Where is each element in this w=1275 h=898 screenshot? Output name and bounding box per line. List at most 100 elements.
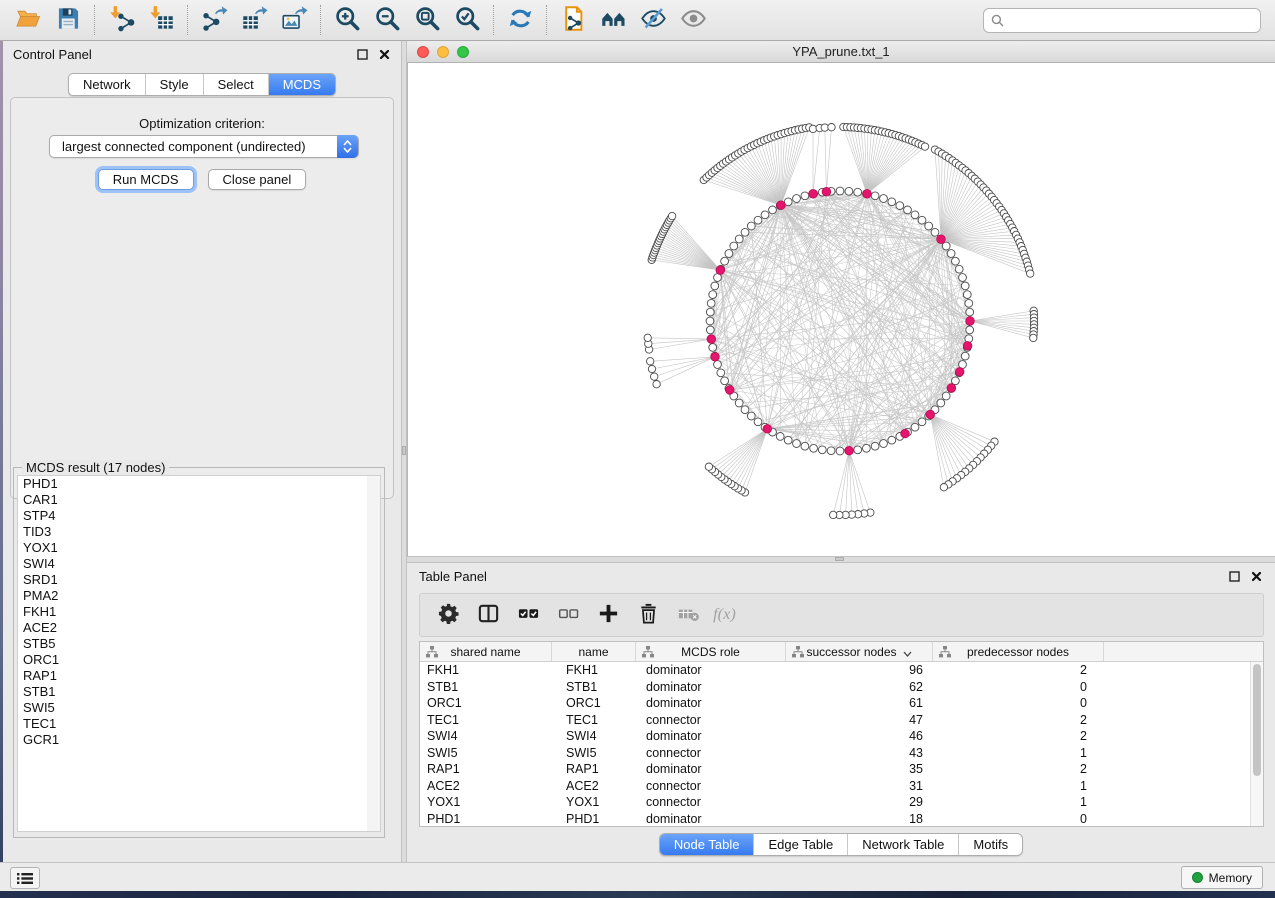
mcds-result-node[interactable]: STP4 (18, 508, 369, 524)
cell-shared_name[interactable]: SWI4 (420, 728, 552, 745)
import-network-button[interactable] (101, 3, 141, 37)
cell-name[interactable]: RAP1 (552, 761, 636, 778)
cell-predecessor_nodes[interactable]: 1 (933, 778, 1104, 795)
mcds-result-list[interactable]: PHD1CAR1STP4TID3YOX1SWI4SRD1PMA2FKH1ACE2… (17, 475, 369, 832)
cell-successor_nodes[interactable]: 46 (786, 728, 933, 745)
column-header-predecessor-nodes[interactable]: predecessor nodes (933, 642, 1104, 661)
network-window-titlebar[interactable]: YPA_prune.txt_1 (407, 41, 1275, 63)
cell-mcds_role[interactable]: dominator (636, 679, 786, 696)
mcds-result-node[interactable]: PHD1 (18, 476, 369, 492)
refresh-layout-button[interactable] (500, 3, 540, 37)
cell-name[interactable]: TEC1 (552, 712, 636, 729)
run-mcds-button[interactable]: Run MCDS (98, 169, 194, 190)
tab-network[interactable]: Network (69, 74, 145, 95)
column-header-MCDS-role[interactable]: MCDS role (636, 642, 786, 661)
cell-shared_name[interactable]: STB1 (420, 679, 552, 696)
splitter-handle[interactable] (835, 557, 844, 561)
tab-mcds[interactable]: MCDS (268, 74, 335, 95)
cell-shared_name[interactable]: PHD1 (420, 811, 552, 828)
cell-successor_nodes[interactable]: 29 (786, 794, 933, 811)
cell-name[interactable]: YOX1 (552, 794, 636, 811)
task-history-button[interactable] (10, 867, 40, 889)
cell-shared_name[interactable]: FKH1 (420, 662, 552, 679)
mcds-result-scrollbar[interactable] (367, 475, 381, 832)
table-row-YOX1[interactable]: YOX1YOX1connector291 (420, 794, 1263, 811)
cell-mcds_role[interactable]: dominator (636, 761, 786, 778)
cell-successor_nodes[interactable]: 47 (786, 712, 933, 729)
tab-select[interactable]: Select (203, 74, 268, 95)
cell-shared_name[interactable]: YOX1 (420, 794, 552, 811)
table-row-PHD1[interactable]: PHD1PHD1dominator180 (420, 811, 1263, 828)
panel-splitter-horizontal[interactable] (407, 556, 1275, 563)
cell-successor_nodes[interactable]: 35 (786, 761, 933, 778)
mcds-result-node[interactable]: ACE2 (18, 620, 369, 636)
float-window-icon[interactable] (1227, 569, 1241, 583)
cell-predecessor_nodes[interactable]: 0 (933, 811, 1104, 828)
cell-shared_name[interactable]: ORC1 (420, 695, 552, 712)
cell-mcds_role[interactable]: connector (636, 745, 786, 762)
cell-predecessor_nodes[interactable]: 0 (933, 695, 1104, 712)
select-all-button[interactable] (510, 599, 546, 631)
table-row-SWI4[interactable]: SWI4SWI4dominator462 (420, 728, 1263, 745)
cell-mcds_role[interactable]: connector (636, 778, 786, 795)
float-window-icon[interactable] (355, 47, 369, 61)
cell-name[interactable]: PHD1 (552, 811, 636, 828)
table-row-FKH1[interactable]: FKH1FKH1dominator962 (420, 662, 1263, 679)
tab-edge-table[interactable]: Edge Table (753, 834, 847, 855)
cell-name[interactable]: FKH1 (552, 662, 636, 679)
close-panel-icon[interactable] (377, 47, 391, 61)
mcds-result-node[interactable]: TID3 (18, 524, 369, 540)
cell-predecessor_nodes[interactable]: 1 (933, 794, 1104, 811)
open-session-button[interactable] (8, 3, 48, 37)
mcds-result-node[interactable]: STB1 (18, 684, 369, 700)
table-scrollbar[interactable] (1250, 662, 1263, 826)
mcds-result-node[interactable]: YOX1 (18, 540, 369, 556)
close-panel-button[interactable]: Close panel (208, 169, 307, 190)
export-image-button[interactable] (274, 3, 314, 37)
tab-motifs[interactable]: Motifs (958, 834, 1022, 855)
mcds-result-node[interactable]: STB5 (18, 636, 369, 652)
zoom-selected-button[interactable] (447, 3, 487, 37)
show-all-button[interactable] (673, 3, 713, 37)
mcds-result-node[interactable]: SWI4 (18, 556, 369, 572)
export-table-button[interactable] (234, 3, 274, 37)
cell-name[interactable]: ACE2 (552, 778, 636, 795)
save-session-button[interactable] (48, 3, 88, 37)
cell-predecessor_nodes[interactable]: 1 (933, 745, 1104, 762)
new-network-from-selection-button[interactable] (553, 3, 593, 37)
table-row-TEC1[interactable]: TEC1TEC1connector472 (420, 712, 1263, 729)
table-row-ACE2[interactable]: ACE2ACE2connector311 (420, 778, 1263, 795)
cell-name[interactable]: SWI4 (552, 728, 636, 745)
column-header-name[interactable]: name (552, 642, 636, 661)
delete-button[interactable] (630, 599, 666, 631)
tab-node-table[interactable]: Node Table (660, 834, 754, 855)
cell-predecessor_nodes[interactable]: 2 (933, 712, 1104, 729)
mcds-result-node[interactable]: GCR1 (18, 732, 369, 748)
show-columns-button[interactable] (470, 599, 506, 631)
mcds-result-node[interactable]: ORC1 (18, 652, 369, 668)
cell-successor_nodes[interactable]: 96 (786, 662, 933, 679)
search-box[interactable] (983, 8, 1261, 33)
deselect-all-button[interactable] (550, 599, 586, 631)
cell-shared_name[interactable]: RAP1 (420, 761, 552, 778)
cell-mcds_role[interactable]: dominator (636, 662, 786, 679)
cell-mcds_role[interactable]: dominator (636, 695, 786, 712)
cell-mcds_role[interactable]: connector (636, 794, 786, 811)
cell-shared_name[interactable]: TEC1 (420, 712, 552, 729)
cell-successor_nodes[interactable]: 62 (786, 679, 933, 696)
cell-name[interactable]: STB1 (552, 679, 636, 696)
optimization-criterion-select[interactable]: largest connected component (undirected) (49, 135, 359, 158)
zoom-out-button[interactable] (367, 3, 407, 37)
network-canvas[interactable] (407, 63, 1275, 556)
column-header-shared-name[interactable]: shared name (420, 642, 552, 661)
cell-name[interactable]: ORC1 (552, 695, 636, 712)
settings-button[interactable] (430, 599, 466, 631)
column-header-successor-nodes[interactable]: successor nodes (786, 642, 933, 661)
cell-successor_nodes[interactable]: 43 (786, 745, 933, 762)
splitter-handle[interactable] (402, 446, 406, 455)
cell-successor_nodes[interactable]: 31 (786, 778, 933, 795)
first-neighbors-button[interactable] (593, 3, 633, 37)
cell-mcds_role[interactable]: dominator (636, 728, 786, 745)
cell-shared_name[interactable]: ACE2 (420, 778, 552, 795)
window-zoom-button[interactable] (457, 46, 469, 58)
